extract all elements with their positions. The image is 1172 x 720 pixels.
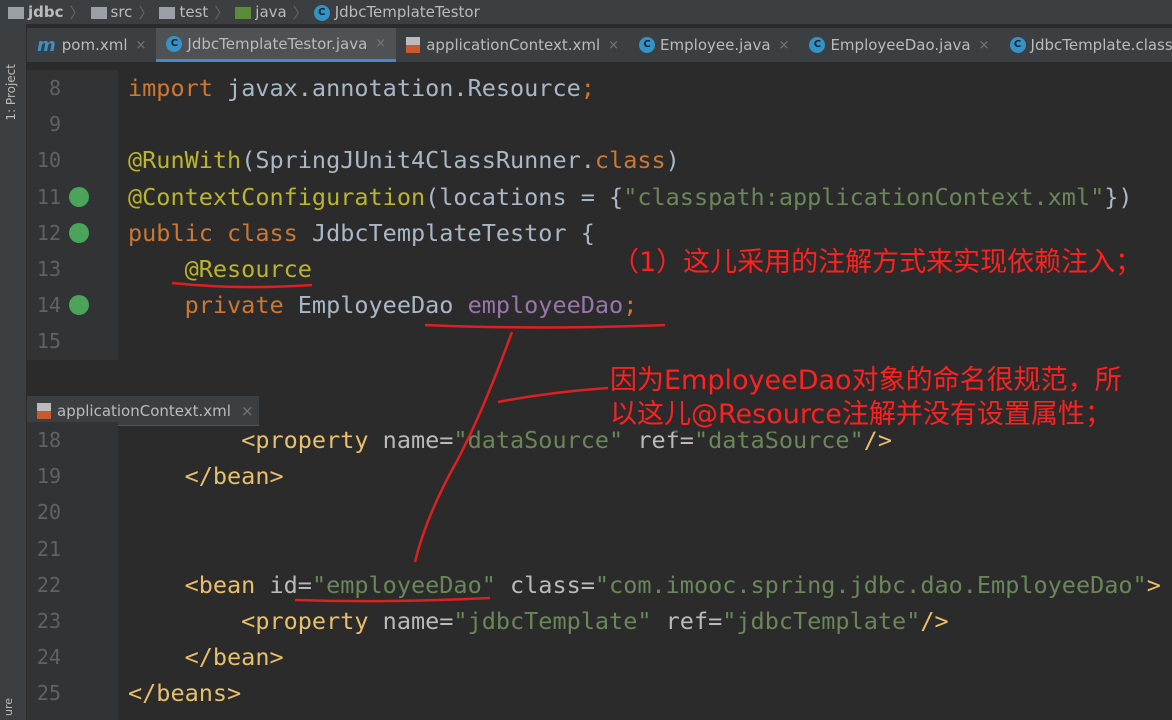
connector-line bbox=[413, 331, 514, 563]
annotation-note-1: （1）这儿采用的注解方式来实现依赖注入； bbox=[612, 246, 1152, 280]
annotation-note-2: 因为EmployeeDao对象的命名很规范，所以这儿@Resource注解并没有… bbox=[610, 364, 1140, 432]
underline-employeedao-field bbox=[424, 323, 666, 329]
underline-resource bbox=[171, 281, 313, 289]
underline-bean-id bbox=[294, 596, 491, 603]
pointer-line bbox=[497, 386, 609, 404]
handwritten-marks bbox=[171, 281, 666, 603]
